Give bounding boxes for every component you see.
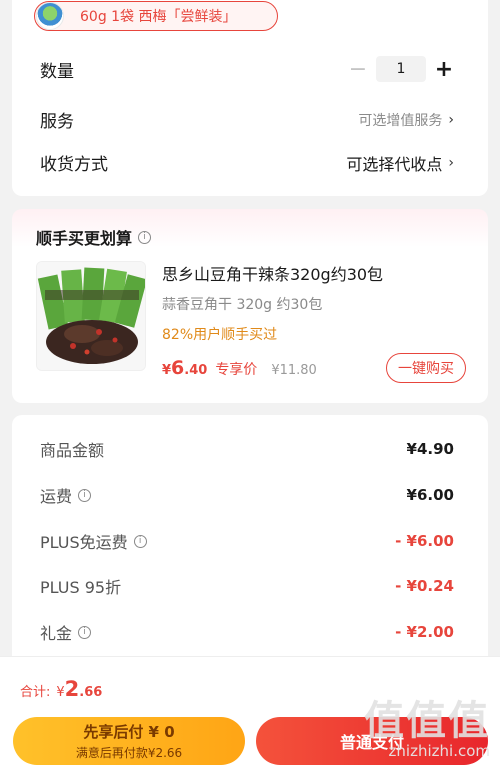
quantity-row: 数量 − 1 + xyxy=(40,56,454,82)
price-currency: ¥ xyxy=(162,363,172,378)
normal-pay-button[interactable]: 普通支付 xyxy=(256,717,488,765)
price-decimal: .40 xyxy=(184,363,208,378)
fee-label: 商品金额 xyxy=(40,441,105,460)
sku-thumbnail xyxy=(36,2,64,30)
fee-label-wrap: PLUS 95折 xyxy=(40,574,121,598)
quantity-stepper: − 1 + xyxy=(348,56,454,82)
total-decimal: .66 xyxy=(79,685,103,700)
pay-later-sublabel: 满意后再付款¥2.66 xyxy=(75,746,183,760)
price-line: ¥6.40 专享价 ¥11.80 xyxy=(162,357,317,379)
info-icon[interactable]: i xyxy=(78,488,92,502)
product-package-illustration xyxy=(37,262,145,370)
fee-label-wrap: PLUS免运费 i xyxy=(40,529,147,553)
product-subtitle: 蒜香豆角干 320g 约30包 xyxy=(162,297,323,313)
fee-row: 礼金 i - ¥2.00 xyxy=(40,620,454,644)
product-tag: 82%用户顺手买过 xyxy=(162,327,278,343)
fee-value: ¥6.00 xyxy=(406,486,454,504)
chevron-right-icon: › xyxy=(448,111,454,128)
fee-value: ¥4.90 xyxy=(406,440,454,458)
increase-button[interactable]: + xyxy=(434,57,454,82)
fee-row: 运费 i ¥6.00 xyxy=(40,483,454,507)
exclusive-price: ¥6.40 xyxy=(162,357,207,379)
fee-value: - ¥0.24 xyxy=(395,577,454,595)
total-amount: 合计: ¥ 2 .66 xyxy=(20,677,102,701)
fee-label-wrap: 运费 i xyxy=(40,483,92,507)
fee-label: PLUS 95折 xyxy=(40,578,122,597)
fee-row: 商品金额 ¥4.90 xyxy=(40,437,454,461)
fee-label-wrap: 商品金额 xyxy=(40,437,104,461)
fee-row: PLUS 95折 - ¥0.24 xyxy=(40,574,454,598)
pay-later-label: 先享后付 ¥ 0 xyxy=(83,723,175,741)
info-icon[interactable]: i xyxy=(138,230,152,244)
total-label: 合计: xyxy=(20,685,51,700)
exclusive-price-label: 专享价 xyxy=(215,362,258,378)
upsell-title: 顺手买更划算 xyxy=(36,229,133,248)
total-currency: ¥ xyxy=(56,685,65,700)
delivery-row[interactable]: 收货方式 可选择代收点 › xyxy=(40,150,454,176)
selected-sku-chip[interactable]: 60g 1袋 西梅「尝鲜装」 xyxy=(34,1,278,31)
original-price: ¥11.80 xyxy=(271,363,317,378)
fee-value: - ¥2.00 xyxy=(395,623,454,641)
fee-label: 运费 xyxy=(40,487,73,506)
upsell-card: 顺手买更划算 i 思乡山豆角干辣条320g约30包 蒜香豆角干 320g 约30… xyxy=(12,209,488,403)
decrease-button[interactable]: − xyxy=(348,57,368,82)
service-value: 可选增值服务 xyxy=(358,112,443,129)
quantity-label: 数量 xyxy=(40,61,74,82)
service-value-wrap: 可选增值服务 › xyxy=(358,110,454,130)
product-image[interactable] xyxy=(36,261,146,371)
checkout-bar: 合计: ¥ 2 .66 先享后付 ¥ 0 满意后再付款¥2.66 普通支付 xyxy=(0,656,500,776)
price-integer: 6 xyxy=(171,357,185,379)
product-title[interactable]: 思乡山豆角干辣条320g约30包 xyxy=(162,261,383,285)
fee-label-wrap: 礼金 i xyxy=(40,620,92,644)
delivery-value: 可选择代收点 xyxy=(346,154,443,174)
one-click-buy-button[interactable]: 一键购买 xyxy=(386,353,466,383)
fee-value: - ¥6.00 xyxy=(395,532,454,550)
quantity-input[interactable]: 1 xyxy=(376,56,426,82)
fee-label: PLUS免运费 xyxy=(40,533,128,552)
fee-row: PLUS免运费 i - ¥6.00 xyxy=(40,529,454,553)
sku-label: 60g 1袋 西梅「尝鲜装」 xyxy=(80,9,237,25)
delivery-label: 收货方式 xyxy=(40,155,108,175)
upsell-title-wrap: 顺手买更划算 i xyxy=(36,225,152,249)
fee-label: 礼金 xyxy=(40,624,73,643)
pay-later-button[interactable]: 先享后付 ¥ 0 满意后再付款¥2.66 xyxy=(13,717,245,765)
fee-breakdown-card: 商品金额 ¥4.90 运费 i ¥6.00 PLUS免运费 i - ¥6.00 PL… xyxy=(12,415,488,675)
delivery-value-wrap: 可选择代收点 › xyxy=(346,151,454,175)
info-icon[interactable]: i xyxy=(133,534,147,548)
service-row[interactable]: 服务 可选增值服务 › xyxy=(40,107,454,133)
total-integer: 2 xyxy=(64,677,80,701)
info-icon[interactable]: i xyxy=(78,625,92,639)
service-label: 服务 xyxy=(40,112,74,132)
order-options-card: 60g 1袋 西梅「尝鲜装」 数量 − 1 + 服务 可选增值服务 › 收货方式… xyxy=(12,0,488,196)
chevron-right-icon: › xyxy=(448,154,454,171)
